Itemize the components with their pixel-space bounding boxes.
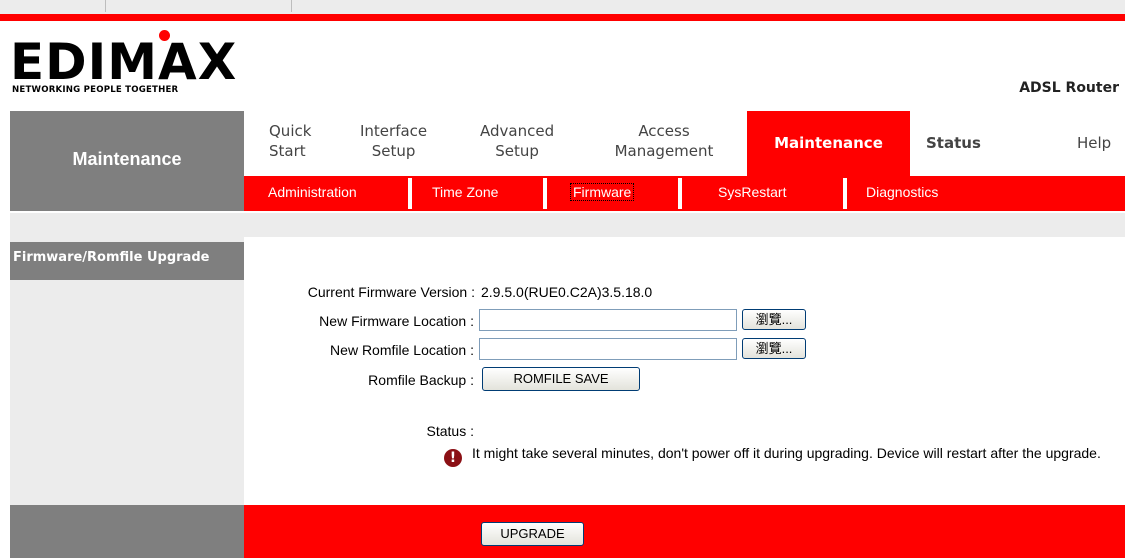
status-message: It might take several minutes, don't pow… xyxy=(472,445,1101,461)
header-red-line xyxy=(0,14,1125,21)
subtab-label: Time Zone xyxy=(432,184,499,200)
edimax-logo: EDIMAX NETWORKING PEOPLE TOGETHER xyxy=(10,30,260,100)
new-firmware-label: New Firmware Location : xyxy=(319,313,474,329)
tab-label: Setup xyxy=(371,142,416,160)
logo-red-dot xyxy=(159,30,170,41)
current-firmware-value: 2.9.5.0(RUE0.C2A)3.5.18.0 xyxy=(481,284,653,300)
content-spacer-band xyxy=(10,213,1125,237)
romfile-browse-button[interactable]: 瀏覽... xyxy=(742,338,806,359)
status-label: Status : xyxy=(426,423,474,439)
firmware-browse-button[interactable]: 瀏覽... xyxy=(742,309,806,330)
tab-label: Maintenance xyxy=(774,134,883,152)
current-firmware-label: Current Firmware Version : xyxy=(307,284,475,300)
subtab-label: Diagnostics xyxy=(866,184,939,200)
product-name: ADSL Router xyxy=(1019,80,1119,96)
tab-label: Advanced xyxy=(480,122,555,140)
subtab-sysrestart[interactable]: SysRestart xyxy=(718,176,786,211)
tab-advanced-setup[interactable]: Advanced Setup xyxy=(480,111,554,176)
tab-label: Quick xyxy=(269,122,312,140)
nav-section-panel: Maintenance xyxy=(10,111,244,211)
subtab-administration[interactable]: Administration xyxy=(268,176,357,211)
subtab-time-zone[interactable]: Time Zone xyxy=(432,176,498,211)
footer-action-bar: UPGRADE xyxy=(244,505,1125,558)
tab-quick-start[interactable]: Quick Start xyxy=(269,111,311,176)
subtab-separator xyxy=(408,178,412,209)
nav-section-title: Maintenance xyxy=(72,149,182,169)
subtab-separator xyxy=(543,178,547,209)
logo-tagline: NETWORKING PEOPLE TOGETHER xyxy=(12,85,179,95)
tab-interface-setup[interactable]: Interface Setup xyxy=(360,111,427,176)
tab-label: Interface xyxy=(360,122,428,140)
new-romfile-location-input[interactable] xyxy=(479,338,737,360)
subtab-diagnostics[interactable]: Diagnostics xyxy=(866,176,938,211)
section-title: Firmware/Romfile Upgrade xyxy=(10,242,244,280)
logo-wordmark: EDIMAX xyxy=(10,33,238,91)
tab-label: Status xyxy=(926,134,981,152)
new-romfile-label: New Romfile Location : xyxy=(330,342,474,358)
tab-label: Management xyxy=(614,142,714,160)
exclamation-icon: ! xyxy=(444,449,462,467)
tab-access-management[interactable]: Access Management xyxy=(599,111,729,176)
subtab-label: SysRestart xyxy=(718,184,787,200)
romfile-backup-label: Romfile Backup : xyxy=(368,372,474,388)
tab-label: Help xyxy=(1077,134,1112,152)
romfile-save-button[interactable]: ROMFILE SAVE xyxy=(482,367,640,391)
footer-left-panel xyxy=(10,505,244,558)
subtab-label: Firmware xyxy=(570,183,635,201)
tab-maintenance[interactable]: Maintenance xyxy=(747,111,910,176)
tab-help[interactable]: Help xyxy=(1077,111,1111,176)
subtab-separator xyxy=(843,178,847,209)
subtab-separator xyxy=(678,178,682,209)
new-firmware-location-input[interactable] xyxy=(479,309,737,331)
tab-label: Access xyxy=(638,122,690,140)
subtab-firmware[interactable]: Firmware xyxy=(570,176,635,211)
upgrade-button[interactable]: UPGRADE xyxy=(481,522,584,546)
main-tabs: Quick Start Interface Setup Advanced Set… xyxy=(244,111,1125,176)
tab-status[interactable]: Status xyxy=(926,111,981,176)
tab-label: Setup xyxy=(495,142,539,160)
browser-toolbar-strip xyxy=(0,0,1125,14)
toolbar-segment xyxy=(106,0,292,12)
tab-label: Start xyxy=(269,142,306,160)
sub-tabs: Administration Time Zone Firmware SysRes… xyxy=(244,176,1125,211)
toolbar-segment xyxy=(0,0,106,12)
subtab-label: Administration xyxy=(268,184,357,200)
